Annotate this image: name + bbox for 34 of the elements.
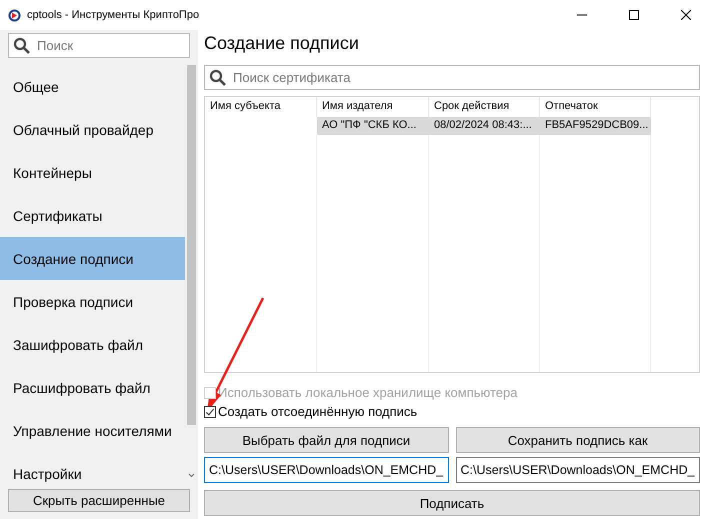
sidebar-item[interactable]: Общее <box>0 65 185 108</box>
app-logo-icon <box>8 8 21 22</box>
checkbox-label: Использовать локальное хранилище компьютера <box>218 385 518 400</box>
certificate-search-field[interactable]: Поиск сертификата <box>233 70 699 85</box>
save-signature-button[interactable]: Сохранить подпись как <box>456 427 700 453</box>
checkbox[interactable] <box>204 406 216 418</box>
sidebar-item[interactable]: Расшифровать файл <box>0 366 185 409</box>
checkbox-label: Создать отсоединённую подпись <box>218 404 418 419</box>
search-icon <box>13 36 31 54</box>
sidebar-item[interactable]: Проверка подписи <box>0 280 185 323</box>
search-field[interactable]: Поиск <box>37 38 189 53</box>
sidebar-item[interactable]: Зашифровать файл <box>0 323 185 366</box>
maximize-icon[interactable] <box>629 10 639 20</box>
certificate-search-field[interactable]: Поиск сертификата <box>204 65 700 90</box>
sidebar-item[interactable]: Настройки <box>0 452 185 482</box>
table-cell: FB5AF9529DCB09... <box>540 117 651 135</box>
sidebar-item[interactable]: Сертификаты <box>0 194 185 237</box>
sidebar-item[interactable]: Контейнеры <box>0 151 185 194</box>
table-cell: АО "ПФ "СКБ КО... <box>317 117 429 135</box>
search-field[interactable]: Поиск <box>8 33 190 58</box>
sidebar-item[interactable]: Управление носителями <box>0 409 185 452</box>
page-heading: Создание подписи <box>204 33 360 55</box>
sign-button[interactable]: Подписать <box>204 490 700 516</box>
close-icon[interactable] <box>681 10 691 20</box>
sidebar-item[interactable]: Облачный провайдер <box>0 108 185 151</box>
output-file-field[interactable]: C:\Users\USER\Downloads\ON_EMCHD_ <box>456 457 700 483</box>
hide-advanced-button[interactable]: Скрыть расширенные <box>8 489 190 512</box>
table-cell: 08/02/2024 08:43:... <box>429 117 540 135</box>
window-title: cptools - Инструменты КриптоПро <box>27 9 200 21</box>
column-header[interactable]: Имя субъекта <box>205 97 317 117</box>
search-icon <box>209 68 227 86</box>
input-file-field[interactable]: C:\Users\USER\Downloads\ON_EMCHD_ <box>204 457 448 483</box>
choose-file-button[interactable]: Выбрать файл для подписи <box>204 427 448 453</box>
sidebar-item[interactable]: Создание подписи <box>0 237 185 280</box>
